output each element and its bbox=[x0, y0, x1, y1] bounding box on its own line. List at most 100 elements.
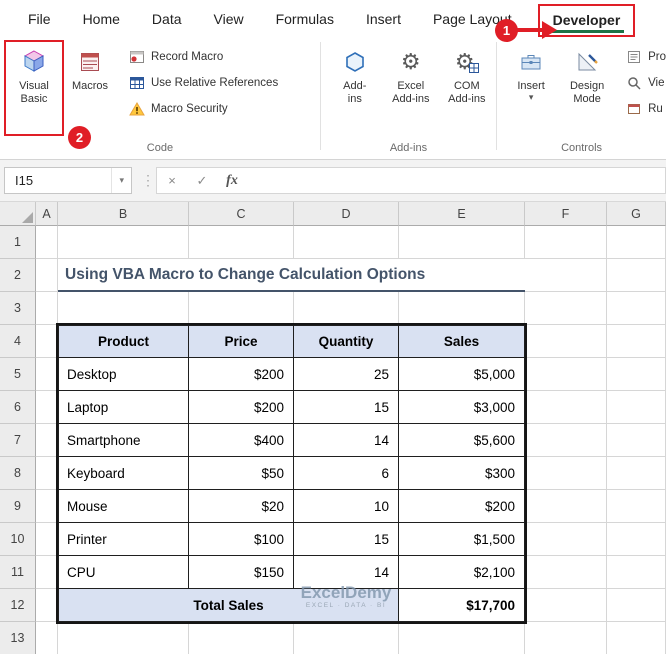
cell[interactable] bbox=[36, 424, 58, 457]
cell[interactable] bbox=[36, 391, 58, 424]
cell[interactable] bbox=[607, 556, 666, 589]
cell-price[interactable]: $200 bbox=[189, 391, 294, 424]
cell[interactable] bbox=[525, 622, 607, 654]
properties-button[interactable]: Pro bbox=[625, 48, 666, 65]
cell[interactable] bbox=[36, 556, 58, 589]
cell[interactable] bbox=[36, 292, 58, 325]
cell[interactable] bbox=[607, 490, 666, 523]
cell-sales[interactable]: $3,000 bbox=[399, 391, 525, 424]
cell-sales[interactable]: $2,100 bbox=[399, 556, 525, 589]
cell-sales[interactable]: $1,500 bbox=[399, 523, 525, 556]
cell-price[interactable]: $100 bbox=[189, 523, 294, 556]
row-header[interactable]: 12 bbox=[0, 589, 36, 622]
cancel-icon[interactable]: × bbox=[157, 173, 187, 188]
row-header[interactable]: 5 bbox=[0, 358, 36, 391]
cell-price[interactable]: $400 bbox=[189, 424, 294, 457]
select-all-corner[interactable] bbox=[0, 202, 36, 226]
cell[interactable] bbox=[607, 622, 666, 654]
cell[interactable] bbox=[36, 325, 58, 358]
cell[interactable] bbox=[399, 292, 525, 325]
cell[interactable] bbox=[525, 523, 607, 556]
cell[interactable] bbox=[607, 424, 666, 457]
cell-price[interactable]: $200 bbox=[189, 358, 294, 391]
table-header-price[interactable]: Price bbox=[189, 325, 294, 358]
cell[interactable] bbox=[294, 622, 399, 654]
cell-quantity[interactable]: 25 bbox=[294, 358, 399, 391]
cell[interactable] bbox=[189, 622, 294, 654]
row-header[interactable]: 7 bbox=[0, 424, 36, 457]
cell-product[interactable]: Smartphone bbox=[58, 424, 189, 457]
row-header[interactable]: 8 bbox=[0, 457, 36, 490]
insert-control-button[interactable]: Insert ▾ bbox=[503, 40, 559, 102]
macro-security-button[interactable]: Macro Security bbox=[128, 100, 278, 117]
tab-insert[interactable]: Insert bbox=[350, 0, 417, 38]
column-header-a[interactable]: A bbox=[36, 202, 58, 226]
excel-addins-button[interactable]: ⚙ Excel Add-ins bbox=[383, 40, 439, 106]
cell[interactable] bbox=[36, 622, 58, 654]
cell[interactable] bbox=[58, 622, 189, 654]
tab-view[interactable]: View bbox=[198, 0, 260, 38]
cell-price[interactable]: $50 bbox=[189, 457, 294, 490]
tab-home[interactable]: Home bbox=[67, 0, 136, 38]
row-header[interactable]: 9 bbox=[0, 490, 36, 523]
cell-product[interactable]: Printer bbox=[58, 523, 189, 556]
name-box[interactable]: I15 ▾ bbox=[4, 167, 132, 194]
enter-check-icon[interactable]: ✓ bbox=[187, 173, 217, 189]
row-header[interactable]: 10 bbox=[0, 523, 36, 556]
cell[interactable] bbox=[607, 358, 666, 391]
cell-price[interactable]: $20 bbox=[189, 490, 294, 523]
row-header[interactable]: 6 bbox=[0, 391, 36, 424]
view-code-button[interactable]: Vie bbox=[625, 74, 666, 91]
cell[interactable] bbox=[607, 391, 666, 424]
com-addins-button[interactable]: ⚙ COM Add-ins bbox=[439, 40, 495, 106]
cell-quantity[interactable]: 15 bbox=[294, 391, 399, 424]
cell-quantity[interactable]: 14 bbox=[294, 556, 399, 589]
cell[interactable] bbox=[525, 490, 607, 523]
cell-quantity[interactable]: 14 bbox=[294, 424, 399, 457]
cell[interactable] bbox=[525, 292, 607, 325]
row-header[interactable]: 4 bbox=[0, 325, 36, 358]
cell-product[interactable]: Laptop bbox=[58, 391, 189, 424]
total-sales-value-cell[interactable]: $17,700 bbox=[399, 589, 525, 622]
cell-product[interactable]: Mouse bbox=[58, 490, 189, 523]
cell[interactable] bbox=[525, 259, 607, 292]
row-header[interactable]: 11 bbox=[0, 556, 36, 589]
row-header[interactable]: 1 bbox=[0, 226, 36, 259]
sheet-title-cell[interactable]: Using VBA Macro to Change Calculation Op… bbox=[58, 259, 525, 292]
macros-button[interactable]: Macros bbox=[62, 40, 118, 93]
cell[interactable] bbox=[525, 358, 607, 391]
column-header-f[interactable]: F bbox=[525, 202, 607, 226]
column-header-e[interactable]: E bbox=[399, 202, 525, 226]
cell[interactable] bbox=[525, 556, 607, 589]
visual-basic-button[interactable]: Visual Basic bbox=[6, 40, 62, 106]
row-header[interactable]: 2 bbox=[0, 259, 36, 292]
cell[interactable] bbox=[399, 622, 525, 654]
record-macro-button[interactable]: Record Macro bbox=[128, 48, 278, 65]
cell[interactable] bbox=[36, 490, 58, 523]
cell[interactable] bbox=[607, 325, 666, 358]
cell-sales[interactable]: $5,000 bbox=[399, 358, 525, 391]
formula-input[interactable]: × ✓ fx bbox=[156, 167, 666, 194]
row-header[interactable]: 13 bbox=[0, 622, 36, 654]
cell[interactable] bbox=[607, 457, 666, 490]
cell[interactable] bbox=[36, 589, 58, 622]
cell[interactable] bbox=[525, 226, 607, 259]
cell[interactable] bbox=[36, 457, 58, 490]
cell[interactable] bbox=[525, 589, 607, 622]
cell[interactable] bbox=[607, 259, 666, 292]
cell-price[interactable]: $150 bbox=[189, 556, 294, 589]
cell[interactable] bbox=[607, 523, 666, 556]
tab-formulas[interactable]: Formulas bbox=[260, 0, 350, 38]
cell-sales[interactable]: $200 bbox=[399, 490, 525, 523]
cell[interactable] bbox=[58, 292, 189, 325]
insert-function-icon[interactable]: fx bbox=[217, 173, 247, 189]
cell[interactable] bbox=[525, 391, 607, 424]
cell[interactable] bbox=[607, 292, 666, 325]
total-sales-label-cell[interactable]: Total Sales bbox=[58, 589, 399, 622]
cell-product[interactable]: Keyboard bbox=[58, 457, 189, 490]
cell-quantity[interactable]: 6 bbox=[294, 457, 399, 490]
design-mode-button[interactable]: Design Mode bbox=[559, 40, 615, 106]
cell[interactable] bbox=[189, 226, 294, 259]
cell[interactable] bbox=[36, 259, 58, 292]
cell[interactable] bbox=[36, 523, 58, 556]
